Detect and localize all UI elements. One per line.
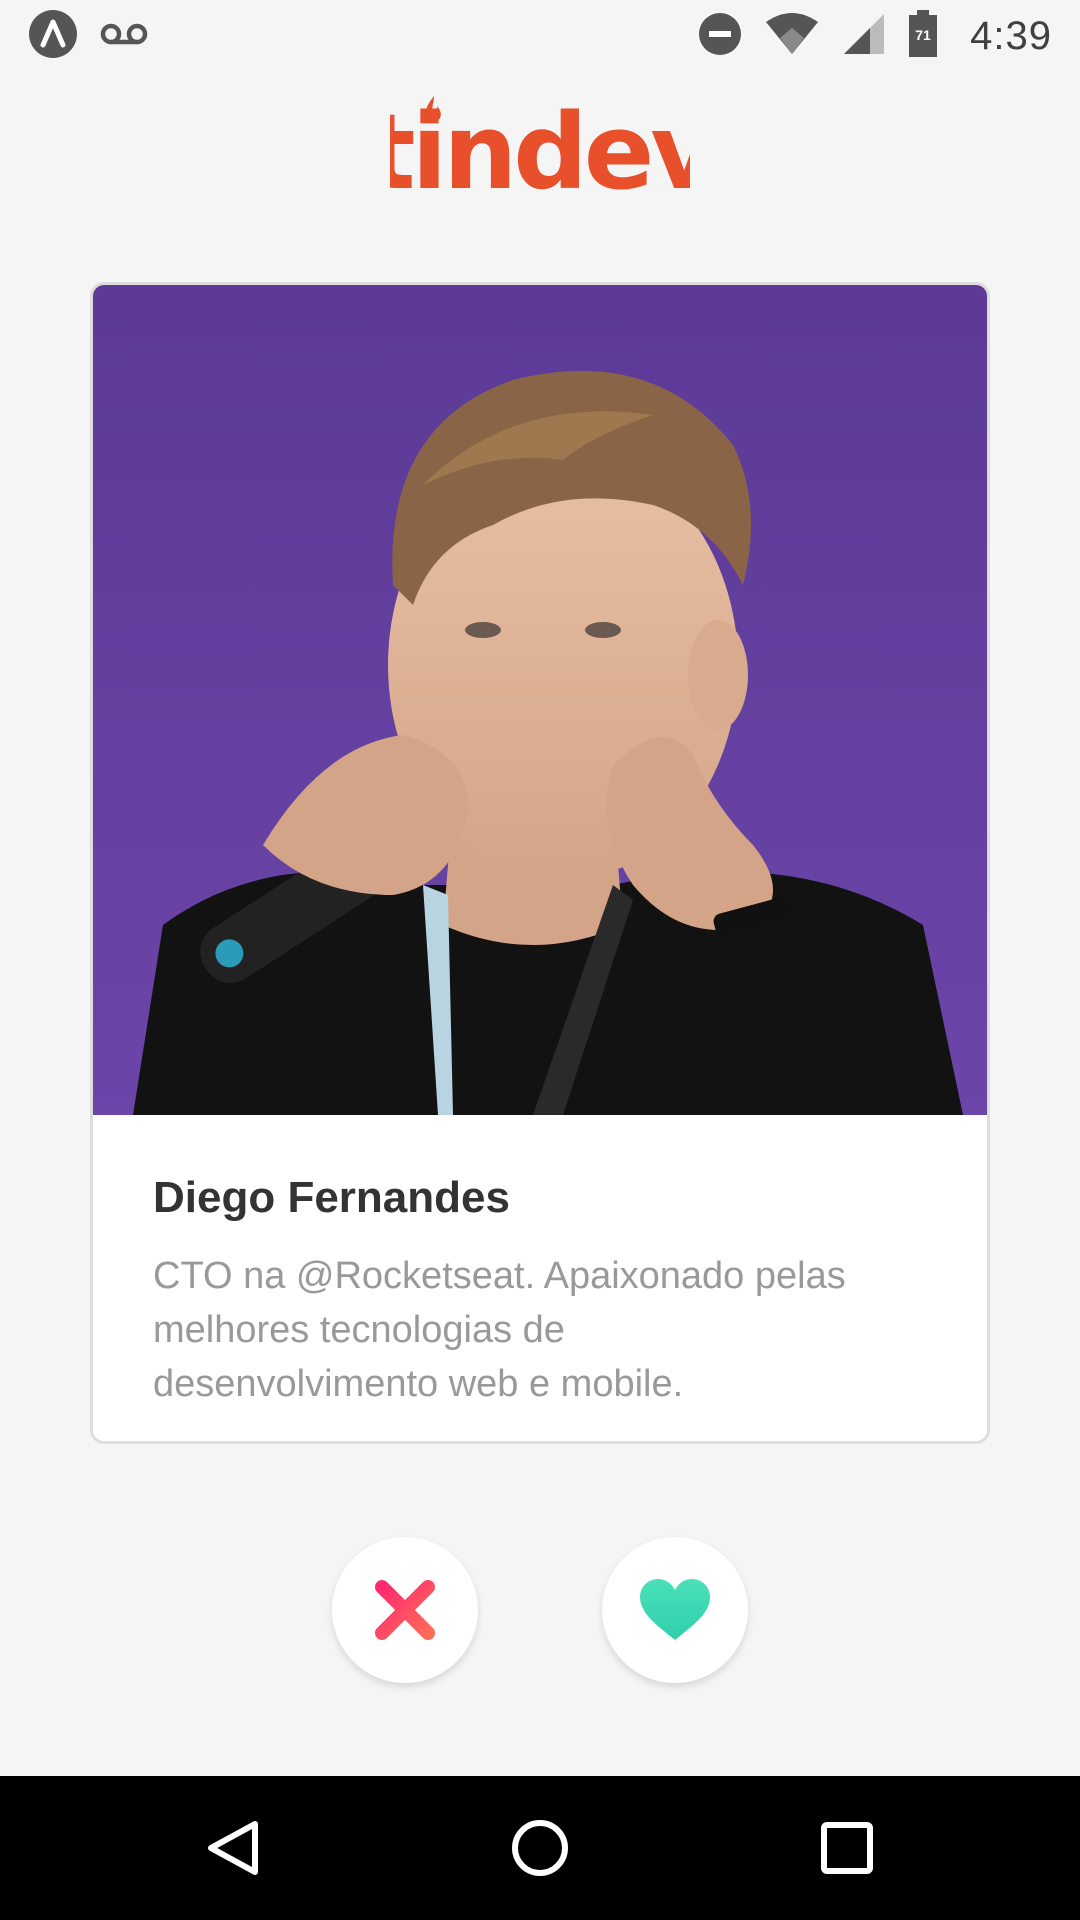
card-footer: Diego Fernandes CTO na @Rocketseat. Apai…	[93, 1115, 987, 1441]
close-icon	[375, 1580, 435, 1640]
recents-square-icon	[820, 1822, 873, 1874]
app-notification-icon	[28, 9, 78, 64]
status-right-icons: 71 4:39	[698, 9, 1052, 63]
navigation-bar	[0, 1776, 1080, 1920]
cell-signal-icon	[842, 12, 886, 61]
home-circle-icon	[511, 1820, 568, 1876]
battery-level: 71	[915, 27, 931, 43]
battery-icon: 71	[908, 9, 938, 63]
home-button[interactable]	[480, 1788, 600, 1908]
tindev-logo: tindev	[0, 90, 1080, 200]
status-time: 4:39	[970, 13, 1052, 58]
profile-card[interactable]: Diego Fernandes CTO na @Rocketseat. Apai…	[90, 282, 990, 1444]
profile-name: Diego Fernandes	[153, 1173, 510, 1222]
wifi-icon	[764, 12, 820, 61]
back-button[interactable]	[173, 1788, 293, 1908]
profile-bio: CTO na @Rocketseat. Apaixonado pelas mel…	[153, 1255, 846, 1405]
heart-icon	[640, 1579, 710, 1640]
logo-text: tindev	[390, 91, 690, 200]
status-bar: 71 4:39	[0, 0, 1080, 72]
dislike-button[interactable]	[332, 1537, 478, 1683]
status-left-icons	[28, 9, 148, 64]
like-button[interactable]	[602, 1537, 748, 1683]
action-buttons	[0, 1537, 1080, 1683]
do-not-disturb-icon	[698, 12, 742, 61]
app-screen: 71 4:39 tindev	[0, 0, 1080, 1920]
back-triangle-icon	[208, 1821, 259, 1875]
voicemail-icon	[100, 19, 148, 54]
recents-button[interactable]	[787, 1788, 907, 1908]
user-photo	[93, 285, 987, 1115]
